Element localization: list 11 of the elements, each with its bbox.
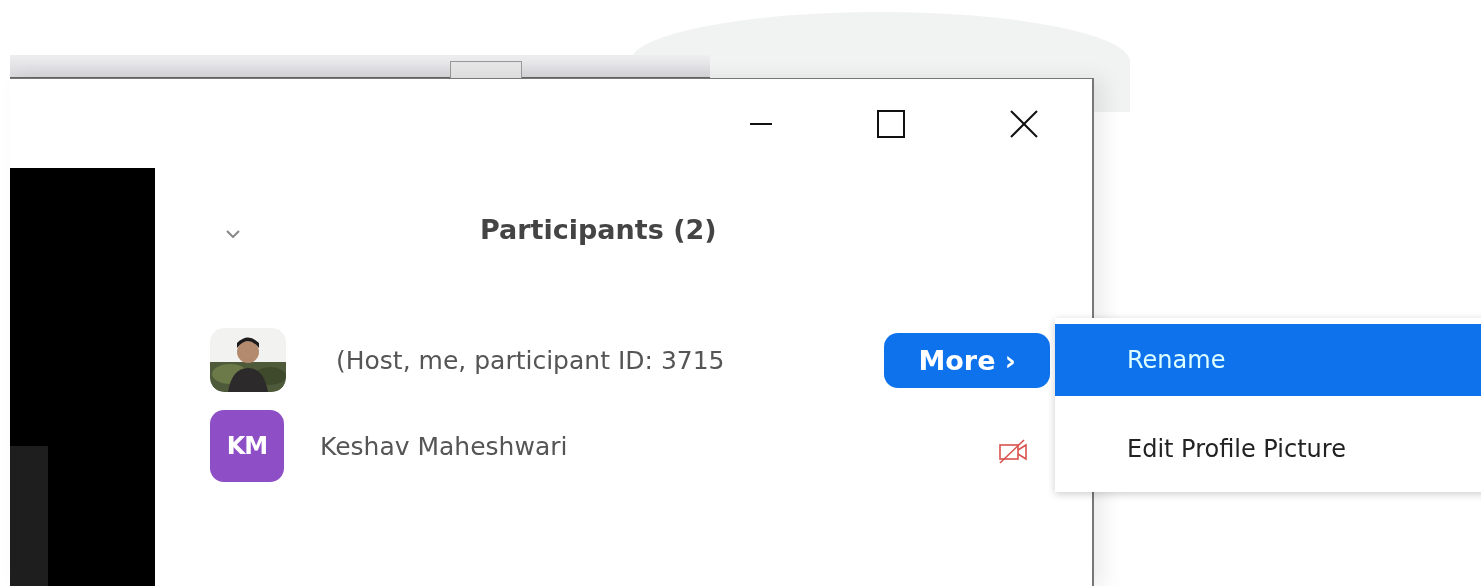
participant-name: (Host, me, participant ID: 3715	[336, 345, 725, 375]
panel-title: Participants (2)	[480, 214, 717, 245]
chevron-down-icon[interactable]	[226, 230, 240, 238]
maximize-icon[interactable]	[877, 109, 905, 138]
close-icon[interactable]	[1010, 109, 1038, 138]
avatar: KM	[210, 410, 284, 482]
more-button[interactable]: More ›	[884, 332, 1050, 388]
participant-name: Keshav Maheshwari	[320, 431, 568, 461]
minimize-icon[interactable]	[750, 122, 772, 125]
menu-item[interactable]: Rename	[1055, 324, 1481, 396]
menu-item[interactable]: Edit Profile Picture	[1055, 412, 1481, 486]
